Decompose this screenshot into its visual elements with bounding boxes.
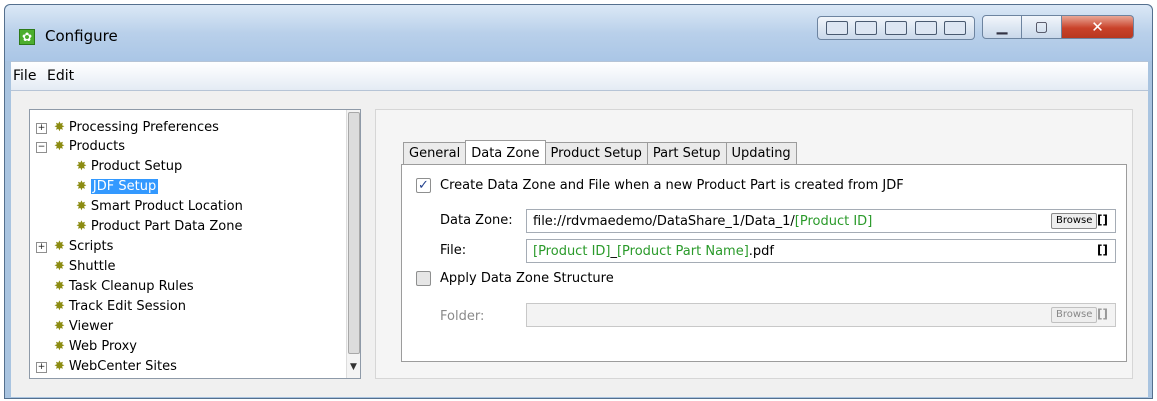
checkmark-icon: ✓ bbox=[418, 178, 429, 193]
menu-edit[interactable]: Edit bbox=[47, 68, 74, 84]
tree-item-label: Smart Product Location bbox=[90, 199, 243, 214]
tree-item-webcenter-sites[interactable]: + ✸ WebCenter Sites bbox=[36, 357, 177, 377]
file-value-token-part-name: [Product Part Name] bbox=[616, 244, 749, 259]
scrollbar-thumb[interactable] bbox=[348, 112, 360, 354]
folder-label: Folder: bbox=[440, 309, 485, 324]
close-icon: ✕ bbox=[1091, 18, 1104, 36]
gear-icon: ✸ bbox=[54, 139, 65, 154]
caption-button-2-icon[interactable] bbox=[855, 21, 878, 35]
data-zone-field[interactable]: file://rdvmaedemo/DataShare_1/Data_1/[Pr… bbox=[526, 209, 1116, 233]
folder-variable-button: [] bbox=[1097, 307, 1108, 321]
data-zone-value-token: [Product ID] bbox=[794, 214, 873, 229]
gear-icon: ✸ bbox=[54, 259, 65, 274]
tree-item-jdf-setup[interactable]: ✸ JDF Setup bbox=[76, 177, 159, 197]
file-value-token-product-id: [Product ID] bbox=[533, 244, 611, 259]
file-variable-button[interactable]: [] bbox=[1097, 243, 1108, 257]
title-bar: ✿ Configure ▁ ▢ ✕ bbox=[5, 5, 1152, 61]
tree-item-label: Task Cleanup Rules bbox=[68, 279, 194, 294]
tab-general[interactable]: General bbox=[403, 142, 467, 165]
gear-icon: ✸ bbox=[54, 319, 65, 334]
tree-scrollbar[interactable]: ▼ bbox=[346, 110, 360, 378]
gear-icon: ✸ bbox=[54, 120, 65, 135]
tree-item-label: Scripts bbox=[68, 239, 114, 254]
tree-item-product-setup[interactable]: ✸ Product Setup bbox=[76, 157, 182, 177]
tree-item-scripts[interactable]: + ✸ Scripts bbox=[36, 237, 113, 257]
gear-icon: ✸ bbox=[54, 239, 65, 254]
tab-data-zone[interactable]: Data Zone bbox=[465, 140, 546, 166]
tree-item-label: Web Proxy bbox=[68, 339, 137, 354]
caption-extra-buttons[interactable] bbox=[817, 16, 975, 40]
gear-icon: ✸ bbox=[76, 179, 87, 194]
tree-item-shuttle[interactable]: ✸ Shuttle bbox=[54, 257, 115, 277]
window-controls: ▁ ▢ ✕ bbox=[982, 15, 1134, 39]
tree-item-processing-preferences[interactable]: + ✸ Processing Preferences bbox=[36, 118, 219, 138]
tree-item-smart-product-location[interactable]: ✸ Smart Product Location bbox=[76, 197, 243, 217]
file-value-extension: .pdf bbox=[748, 244, 774, 259]
configure-window: ✿ Configure ▁ ▢ ✕ File Edit … + ✸Process… bbox=[4, 4, 1153, 399]
apply-data-zone-structure-checkbox[interactable] bbox=[416, 271, 431, 286]
data-zone-browse-button[interactable]: Browse bbox=[1051, 213, 1098, 229]
collapse-icon[interactable]: − bbox=[36, 142, 47, 153]
file-label: File: bbox=[440, 243, 467, 258]
scroll-down-arrow-icon[interactable]: ▼ bbox=[350, 362, 357, 372]
folder-browse-button: Browse bbox=[1051, 307, 1098, 323]
menu-bar: File Edit bbox=[11, 61, 1148, 91]
tree-item-label: Processing Preferences bbox=[68, 120, 219, 135]
tree-item-clipped: … bbox=[38, 110, 51, 117]
gear-icon: ✸ bbox=[76, 159, 87, 174]
gear-icon: ✸ bbox=[54, 339, 65, 354]
tree-item-label: WebCenter Sites bbox=[68, 359, 177, 374]
folder-field: Browse [] bbox=[526, 303, 1116, 327]
data-zone-value: file://rdvmaedemo/DataShare_1/Data_1/[Pr… bbox=[533, 214, 872, 229]
app-icon: ✿ bbox=[19, 29, 35, 45]
gear-icon: ✸ bbox=[76, 199, 87, 214]
maximize-icon: ▢ bbox=[1034, 19, 1049, 35]
close-button[interactable]: ✕ bbox=[1062, 15, 1134, 39]
file-field[interactable]: [Product ID]_[Product Part Name].pdf [] bbox=[526, 239, 1116, 263]
content-area: … + ✸Processing Preferences − ✸Products … bbox=[11, 91, 1148, 397]
data-zone-variable-button[interactable]: [] bbox=[1097, 213, 1108, 227]
data-zone-tab-panel: ✓ Create Data Zone and File when a new P… bbox=[401, 164, 1127, 362]
create-data-zone-label: Create Data Zone and File when a new Pro… bbox=[440, 178, 904, 193]
data-zone-value-path: file://rdvmaedemo/DataShare_1/Data_1/ bbox=[533, 214, 795, 229]
tree-item-label: Product Setup bbox=[90, 159, 183, 174]
tab-part-setup[interactable]: Part Setup bbox=[646, 142, 727, 165]
caption-button-3-icon[interactable] bbox=[884, 21, 907, 35]
caption-button-5-icon[interactable] bbox=[944, 21, 967, 35]
tab-product-setup[interactable]: Product Setup bbox=[544, 142, 648, 165]
minimize-icon: ▁ bbox=[996, 19, 1008, 35]
expand-icon[interactable]: + bbox=[36, 242, 47, 253]
caption-button-1-icon[interactable] bbox=[825, 21, 848, 35]
maximize-button[interactable]: ▢ bbox=[1022, 15, 1062, 39]
caption-button-4-icon[interactable] bbox=[914, 21, 937, 35]
create-data-zone-checkbox[interactable]: ✓ bbox=[416, 178, 431, 193]
tree-item-label: Products bbox=[68, 139, 126, 154]
gear-icon: ✸ bbox=[54, 279, 65, 294]
data-zone-label: Data Zone: bbox=[440, 213, 513, 228]
tree-item-track-edit-session[interactable]: ✸ Track Edit Session bbox=[54, 297, 186, 317]
gear-icon: ✸ bbox=[76, 219, 87, 234]
tree-item-product-part-data-zone[interactable]: ✸ Product Part Data Zone bbox=[76, 217, 242, 237]
minimize-button[interactable]: ▁ bbox=[982, 15, 1022, 39]
tree-item-label: Shuttle bbox=[68, 259, 116, 274]
tree-item-label: Viewer bbox=[68, 319, 114, 334]
tab-bar: General Data Zone Product Setup Part Set… bbox=[403, 140, 797, 166]
menu-file[interactable]: File bbox=[13, 68, 36, 84]
settings-tree: … + ✸Processing Preferences − ✸Products … bbox=[29, 109, 361, 379]
tree-item-viewer[interactable]: ✸ Viewer bbox=[54, 317, 113, 337]
gear-icon: ✸ bbox=[54, 299, 65, 314]
tree-item-products[interactable]: − ✸ Products bbox=[36, 137, 125, 157]
tab-updating[interactable]: Updating bbox=[725, 142, 797, 165]
expand-icon[interactable]: + bbox=[36, 362, 47, 373]
file-value: [Product ID]_[Product Part Name].pdf bbox=[533, 244, 774, 259]
tree-item-label: Track Edit Session bbox=[68, 299, 186, 314]
window-title: Configure bbox=[45, 27, 118, 45]
tree-item-label-selected: JDF Setup bbox=[90, 179, 159, 194]
gear-icon: ✸ bbox=[54, 359, 65, 374]
apply-data-zone-structure-label: Apply Data Zone Structure bbox=[440, 271, 614, 286]
tree-item-web-proxy[interactable]: ✸ Web Proxy bbox=[54, 337, 137, 357]
tree-item-task-cleanup-rules[interactable]: ✸ Task Cleanup Rules bbox=[54, 277, 194, 297]
expand-icon[interactable]: + bbox=[36, 123, 47, 134]
tree-item-label: Product Part Data Zone bbox=[90, 219, 243, 234]
